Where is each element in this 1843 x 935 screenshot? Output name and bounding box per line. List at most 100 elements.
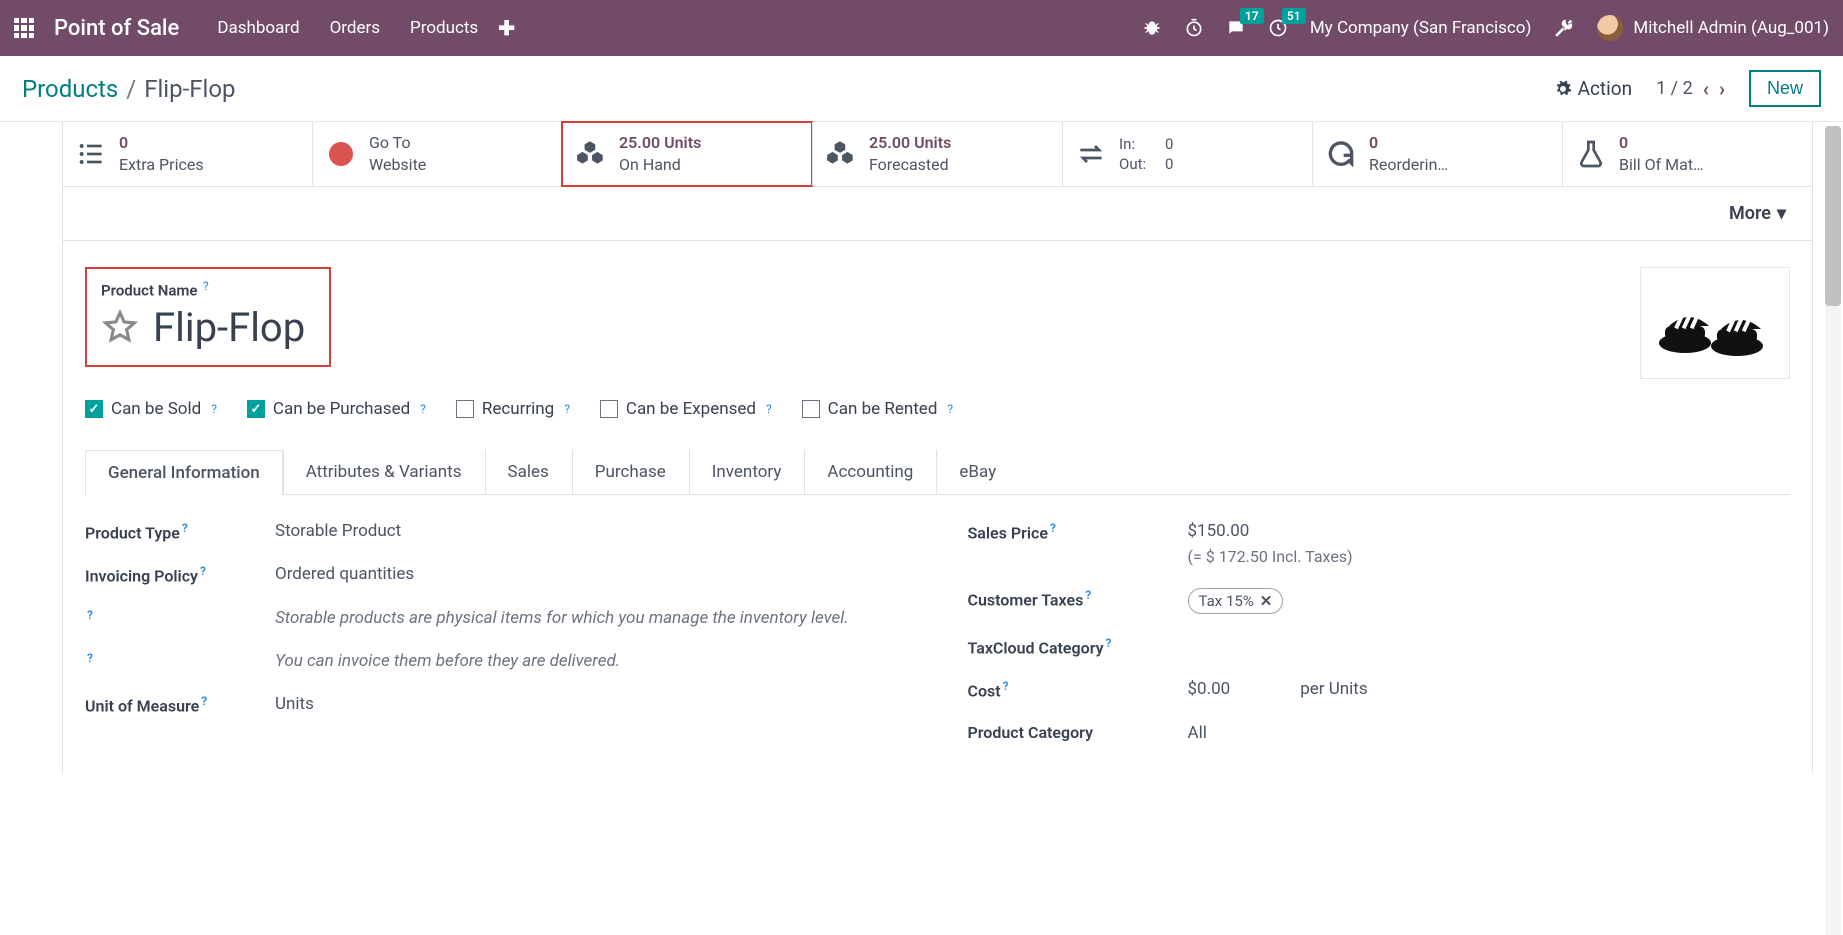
check-sold-label: Can be Sold bbox=[111, 399, 201, 419]
add-menu-icon[interactable]: ✚ bbox=[498, 16, 515, 40]
stat-reordering-value: 0 bbox=[1369, 132, 1448, 154]
uom-label: Unit of Measure bbox=[85, 697, 199, 716]
nav-orders[interactable]: Orders bbox=[330, 18, 380, 38]
breadcrumb-root[interactable]: Products bbox=[22, 75, 118, 103]
pager: 1 / 2 ‹ › bbox=[1656, 77, 1725, 101]
category-label: Product Category bbox=[968, 723, 1094, 742]
help-icon[interactable]: ? bbox=[87, 608, 93, 622]
uom-value[interactable]: Units bbox=[275, 694, 908, 714]
check-can-be-sold[interactable]: ✓Can be Sold? bbox=[85, 399, 217, 419]
user-name: Mitchell Admin (Aug_001) bbox=[1633, 18, 1829, 38]
invoicing-value[interactable]: Ordered quantities bbox=[275, 564, 908, 584]
help-icon[interactable]: ? bbox=[203, 279, 209, 293]
product-options: ✓Can be Sold? ✓Can be Purchased? Recurri… bbox=[85, 399, 1790, 419]
new-button[interactable]: New bbox=[1749, 70, 1821, 107]
stat-bom-label: Bill Of Mat… bbox=[1619, 154, 1704, 176]
field-product-category: Product Category All bbox=[968, 723, 1791, 743]
vertical-scrollbar[interactable] bbox=[1825, 126, 1841, 935]
product-name-input[interactable]: Flip-Flop bbox=[153, 304, 305, 351]
transfers-icon bbox=[1075, 138, 1107, 170]
sales-price-label: Sales Price bbox=[968, 523, 1048, 542]
help-icon[interactable]: ? bbox=[947, 402, 953, 416]
refresh-icon bbox=[1325, 138, 1357, 170]
stat-transfers[interactable]: In:0 Out:0 bbox=[1062, 122, 1312, 186]
action-label: Action bbox=[1578, 77, 1633, 100]
scrollbar-thumb[interactable] bbox=[1825, 126, 1841, 306]
tab-attributes-variants[interactable]: Attributes & Variants bbox=[283, 449, 485, 494]
category-value[interactable]: All bbox=[1188, 723, 1791, 743]
check-can-be-purchased[interactable]: ✓Can be Purchased? bbox=[247, 399, 426, 419]
messages-badge: 17 bbox=[1240, 8, 1264, 24]
breadcrumb-sep: / bbox=[118, 75, 144, 103]
field-product-type: Product Type? Storable Product bbox=[85, 521, 908, 542]
activities-icon[interactable]: 51 bbox=[1268, 18, 1288, 38]
check-recurring[interactable]: Recurring? bbox=[456, 399, 570, 419]
cost-value[interactable]: $0.00 bbox=[1188, 679, 1231, 699]
action-menu[interactable]: Action bbox=[1554, 77, 1633, 100]
stat-reordering[interactable]: 0Reorderin… bbox=[1312, 122, 1562, 186]
pager-prev-icon[interactable]: ‹ bbox=[1703, 77, 1709, 101]
help-icon[interactable]: ? bbox=[1003, 679, 1009, 693]
tab-general-information[interactable]: General Information bbox=[85, 450, 283, 495]
check-can-be-rented[interactable]: Can be Rented? bbox=[802, 399, 953, 419]
help-icon[interactable]: ? bbox=[766, 402, 772, 416]
pager-text[interactable]: 1 / 2 bbox=[1656, 78, 1693, 99]
stat-bom[interactable]: 0Bill Of Mat… bbox=[1562, 122, 1813, 186]
avatar bbox=[1597, 15, 1623, 41]
help-icon[interactable]: ? bbox=[1050, 521, 1056, 535]
favorite-star-icon[interactable] bbox=[101, 308, 139, 346]
tab-sales[interactable]: Sales bbox=[485, 449, 572, 494]
stat-forecasted-label: Forecasted bbox=[869, 154, 951, 176]
company-selector[interactable]: My Company (San Francisco) bbox=[1310, 18, 1532, 38]
stat-on-hand[interactable]: 25.00 UnitsOn Hand bbox=[562, 122, 812, 186]
field-note1: ? Storable products are physical items f… bbox=[85, 608, 908, 629]
help-icon[interactable]: ? bbox=[200, 564, 206, 578]
stat-website[interactable]: Go ToWebsite bbox=[312, 122, 562, 186]
product-type-value[interactable]: Storable Product bbox=[275, 521, 908, 541]
messages-icon[interactable]: 17 bbox=[1226, 18, 1246, 38]
list-icon bbox=[75, 138, 107, 170]
breadcrumb-bar: Products / Flip-Flop Action 1 / 2 ‹ › Ne… bbox=[0, 56, 1843, 122]
help-icon[interactable]: ? bbox=[1106, 636, 1112, 650]
help-icon[interactable]: ? bbox=[211, 402, 217, 416]
breadcrumb-current: Flip-Flop bbox=[144, 75, 235, 103]
field-customer-taxes: Customer Taxes? Tax 15%✕ bbox=[968, 588, 1791, 614]
tab-ebay[interactable]: eBay bbox=[936, 449, 1019, 494]
check-can-be-expensed[interactable]: Can be Expensed? bbox=[600, 399, 772, 419]
stat-extra-prices[interactable]: 0Extra Prices bbox=[62, 122, 312, 186]
product-form: Product Name ? Flip-Flop bbox=[62, 241, 1813, 773]
sales-price-value[interactable]: $150.00 bbox=[1188, 521, 1791, 541]
tools-icon[interactable] bbox=[1553, 17, 1575, 39]
stat-on-hand-label: On Hand bbox=[619, 154, 701, 176]
tax-tag[interactable]: Tax 15% ✕ bbox=[1188, 588, 1284, 614]
tab-accounting[interactable]: Accounting bbox=[804, 449, 936, 494]
bug-icon[interactable] bbox=[1142, 18, 1162, 38]
tab-inventory[interactable]: Inventory bbox=[689, 449, 805, 494]
pager-next-icon[interactable]: › bbox=[1719, 77, 1725, 101]
help-icon[interactable]: ? bbox=[420, 402, 426, 416]
stat-buttons: 0Extra Prices Go ToWebsite 25.00 UnitsOn… bbox=[62, 122, 1813, 187]
stat-website-line2: Website bbox=[369, 154, 426, 176]
help-icon[interactable]: ? bbox=[564, 402, 570, 416]
remove-tag-icon[interactable]: ✕ bbox=[1260, 592, 1273, 610]
tab-purchase[interactable]: Purchase bbox=[572, 449, 689, 494]
product-type-label: Product Type bbox=[85, 523, 180, 542]
nav-dashboard[interactable]: Dashboard bbox=[217, 18, 299, 38]
help-icon[interactable]: ? bbox=[1085, 588, 1091, 602]
more-button[interactable]: More ▾ bbox=[1729, 203, 1786, 224]
tax-tag-label: Tax 15% bbox=[1199, 592, 1254, 610]
field-invoicing-policy: Invoicing Policy? Ordered quantities bbox=[85, 564, 908, 585]
help-icon[interactable]: ? bbox=[182, 521, 188, 535]
timer-icon[interactable] bbox=[1184, 18, 1204, 38]
product-image[interactable] bbox=[1640, 267, 1790, 379]
nav-products[interactable]: Products bbox=[410, 18, 478, 38]
help-icon[interactable]: ? bbox=[87, 651, 93, 665]
stat-forecasted[interactable]: 25.00 UnitsForecasted bbox=[812, 122, 1062, 186]
help-icon[interactable]: ? bbox=[201, 694, 207, 708]
stat-forecasted-value: 25.00 Units bbox=[869, 132, 951, 154]
app-brand[interactable]: Point of Sale bbox=[54, 16, 179, 41]
globe-icon bbox=[325, 138, 357, 170]
apps-icon[interactable] bbox=[14, 18, 34, 38]
nav-links: Dashboard Orders Products bbox=[217, 18, 478, 38]
user-menu[interactable]: Mitchell Admin (Aug_001) bbox=[1597, 15, 1829, 41]
